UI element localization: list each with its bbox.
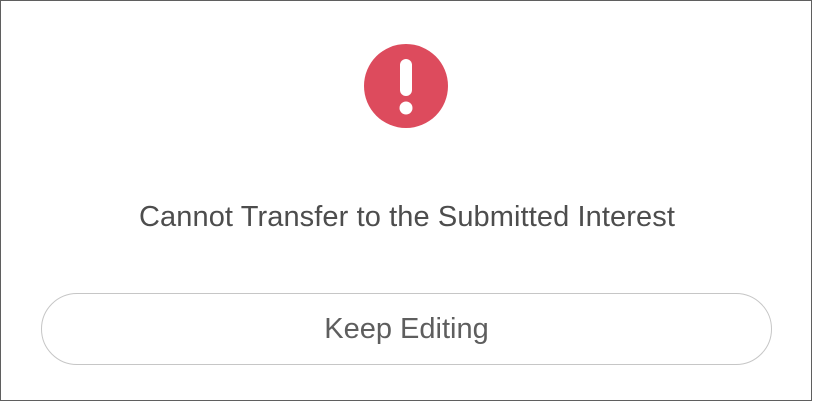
error-message: Cannot Transfer to the Submitted Interes… (138, 201, 676, 233)
keep-editing-button[interactable]: Keep Editing (41, 293, 772, 365)
error-dialog: Cannot Transfer to the Submitted Interes… (0, 0, 812, 401)
exclamation-circle-icon (364, 44, 448, 128)
